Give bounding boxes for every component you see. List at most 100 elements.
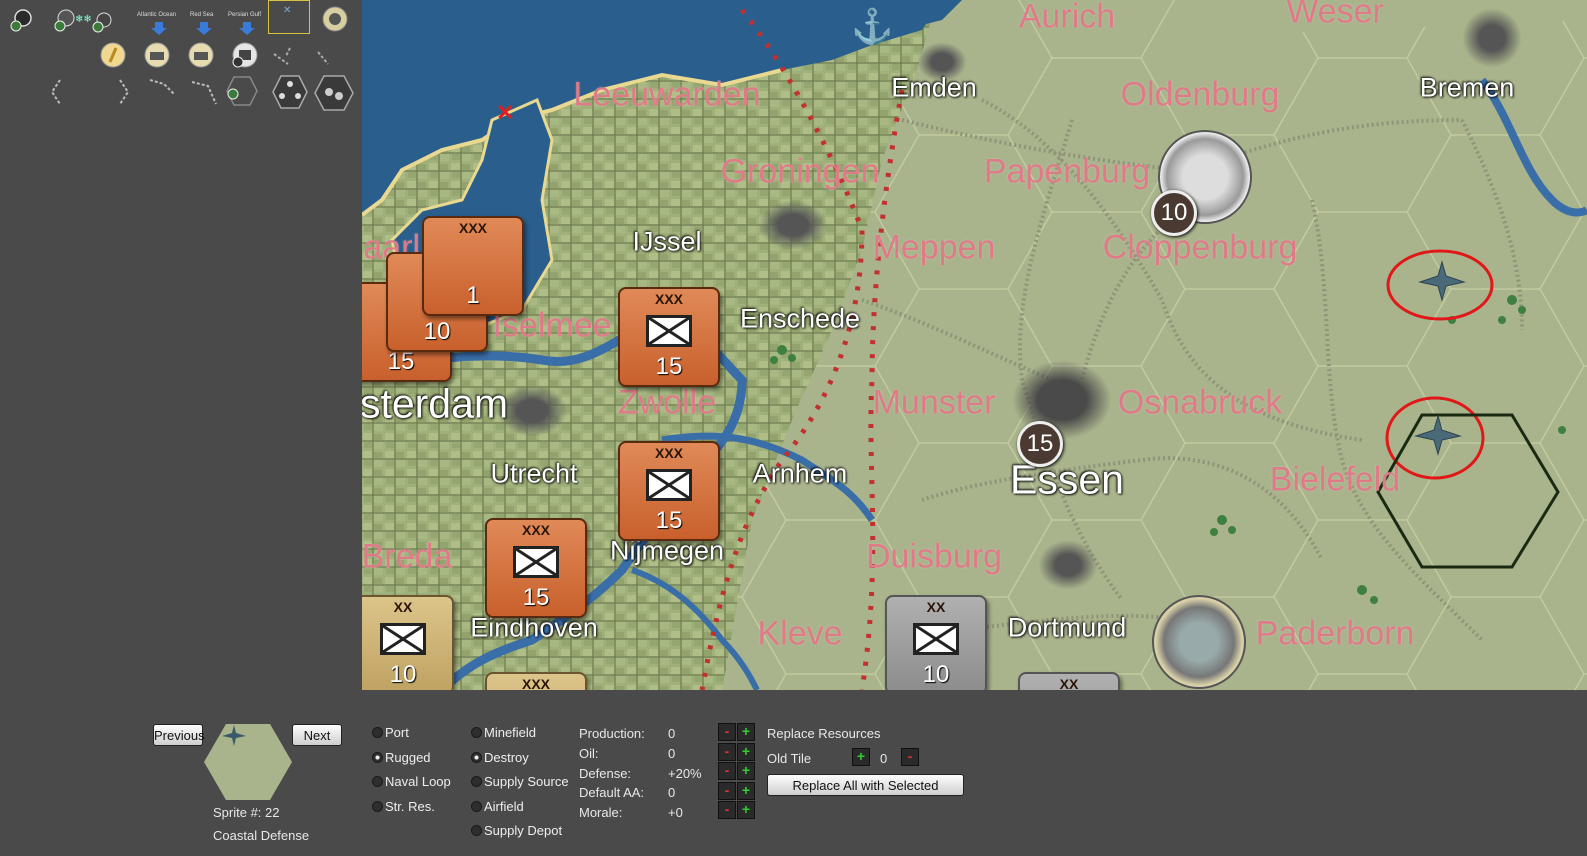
city-sprite-groningen: [758, 200, 828, 250]
city-sprite-bremen: [1462, 8, 1522, 68]
arrow-down-icon[interactable]: [190, 20, 220, 36]
hex-map[interactable]: ⚓ ✕ Aurich Weser Leeuwarden Oldenburg Gronin…: [362, 0, 1587, 690]
stat-label: Production:: [579, 726, 645, 741]
unit-strength: 10: [389, 661, 417, 688]
rail-left-icon[interactable]: [44, 78, 74, 108]
factory-resource-paderborn: [1152, 595, 1246, 689]
option-minefield[interactable]: Minefield: [471, 725, 536, 740]
stat-value: +0: [668, 805, 683, 821]
option-supply-depot[interactable]: Supply Depot: [471, 823, 562, 838]
radio-label: Port: [385, 725, 409, 740]
radio-icon[interactable]: [372, 751, 383, 763]
radio-label: Airfield: [484, 798, 524, 814]
city-sprite-emden: [917, 42, 967, 82]
unit-counter[interactable]: XXX: [485, 672, 587, 690]
radio-icon[interactable]: [372, 800, 383, 812]
increment-button[interactable]: +: [737, 781, 755, 800]
decrement-button[interactable]: -: [718, 801, 736, 819]
decrement-button[interactable]: -: [718, 742, 736, 761]
unit-counter[interactable]: XXX 15: [618, 287, 720, 387]
unit-counter[interactable]: XXX 15: [485, 518, 587, 618]
arrow-down-icon[interactable]: [145, 20, 175, 36]
city-strength-badge: 10: [1151, 190, 1197, 236]
stat-value: 0: [668, 785, 676, 801]
stat-stepper[interactable]: - +: [718, 781, 756, 800]
previous-button[interactable]: Previous: [153, 724, 205, 746]
stat-stepper[interactable]: - +: [718, 723, 756, 741]
unit-counter[interactable]: XX 10: [362, 595, 454, 690]
palette-tile-1[interactable]: [8, 4, 38, 34]
radio-label: Supply Depot: [484, 823, 563, 839]
radio-icon[interactable]: [471, 751, 482, 763]
stat-label: Oil:: [579, 745, 599, 761]
decrement-button[interactable]: -: [718, 781, 736, 800]
rail-bend-icon[interactable]: [148, 74, 178, 104]
unit-counter[interactable]: XXX 15: [618, 441, 720, 541]
radio-icon[interactable]: [372, 776, 383, 788]
unit-counter[interactable]: XX: [1018, 672, 1120, 690]
unit-strength: 15: [522, 584, 550, 611]
palette-selected-slot[interactable]: ✕: [268, 0, 310, 34]
option-supply-source[interactable]: Supply Source: [471, 774, 569, 789]
unit-strength: 10: [922, 661, 950, 688]
stat-stepper[interactable]: - +: [718, 801, 756, 819]
unit-size-label: XX: [926, 599, 946, 615]
unit-counter[interactable]: XX 10: [885, 595, 987, 690]
unit-size-label: XX: [393, 599, 413, 615]
svg-text:❄❄: ❄❄: [75, 14, 92, 25]
stat-stepper[interactable]: - +: [718, 762, 756, 780]
unit-size-label: XXX: [458, 220, 487, 236]
decrement-button[interactable]: -: [718, 762, 736, 780]
wheat-resource-icon[interactable]: [98, 40, 128, 70]
hex-outline-icon[interactable]: [226, 74, 258, 106]
arrow-down-icon[interactable]: [233, 20, 263, 36]
radio-label: Str. Res.: [385, 798, 435, 814]
port-anchor-icon: ⚓: [851, 7, 893, 46]
radio-icon[interactable]: [471, 776, 482, 788]
unit-size-label: XXX: [521, 676, 550, 690]
next-button[interactable]: Next: [292, 724, 342, 746]
decrement-button[interactable]: -: [718, 723, 736, 741]
increment-button[interactable]: +: [737, 801, 755, 819]
radio-icon[interactable]: [471, 727, 482, 738]
old-tile-increment[interactable]: +: [852, 748, 870, 766]
replace-all-button[interactable]: Replace All with Selected: [767, 774, 964, 796]
old-tile-label: Old Tile: [767, 751, 812, 766]
unit-size-label: XXX: [654, 291, 683, 307]
palette-tile-2[interactable]: ❄❄: [52, 4, 122, 34]
factory-resource-icon[interactable]: [186, 40, 216, 70]
old-tile-value: 0: [880, 751, 888, 766]
option-destroy[interactable]: Destroy: [471, 750, 529, 765]
increment-button[interactable]: +: [737, 723, 755, 741]
option-naval-loop[interactable]: Naval Loop: [372, 774, 451, 789]
radio-label: Rugged: [385, 749, 431, 765]
hex-resource-icon[interactable]: [272, 74, 308, 110]
option-rugged[interactable]: Rugged: [372, 750, 431, 765]
option-port[interactable]: Port: [372, 725, 409, 740]
rail-bend-icon[interactable]: [190, 76, 220, 106]
radio-label: Destroy: [484, 749, 529, 765]
unit-counter[interactable]: XXX 1: [422, 216, 524, 316]
radio-icon[interactable]: [372, 727, 383, 738]
stat-stepper[interactable]: - +: [718, 742, 756, 761]
unit-size-label: XXX: [521, 522, 550, 538]
unit-strength: 15: [387, 348, 415, 375]
coin-icon[interactable]: [320, 4, 350, 34]
unit-strength: 15: [655, 507, 683, 534]
factory-resource-icon[interactable]: [142, 40, 172, 70]
radio-icon[interactable]: [471, 800, 482, 812]
road-tile-icon[interactable]: [272, 46, 302, 76]
stat-value: 0: [668, 745, 676, 761]
radio-label: Naval Loop: [385, 774, 451, 790]
increment-button[interactable]: +: [737, 742, 755, 761]
option-str-res-[interactable]: Str. Res.: [372, 799, 435, 814]
old-tile-decrement[interactable]: -: [901, 748, 919, 766]
oil-resource-icon[interactable]: [230, 40, 260, 70]
increment-button[interactable]: +: [737, 762, 755, 780]
city-sprite-amsterdam: [496, 385, 568, 437]
infantry-symbol-icon: [646, 315, 692, 347]
radio-icon[interactable]: [471, 825, 482, 837]
option-airfield[interactable]: Airfield: [471, 799, 524, 814]
hex-resource-icon[interactable]: [314, 74, 354, 112]
rail-right-icon[interactable]: [110, 78, 140, 108]
